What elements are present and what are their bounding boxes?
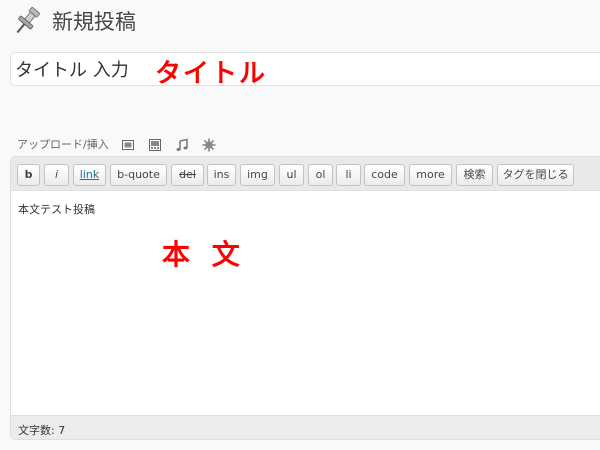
quicktags-toolbar: b i link b-quote del ins img ul ol li co… (11, 157, 600, 191)
content-textarea[interactable]: 本文テスト投稿 本 文 (11, 191, 600, 415)
body-annotation: 本 文 (162, 238, 246, 271)
body-text: 本文テスト投稿 (18, 203, 95, 216)
more-button[interactable]: more (409, 164, 452, 186)
link-button[interactable]: link (73, 164, 106, 186)
ol-button[interactable]: ol (308, 164, 333, 186)
word-count: 文字数: 7 (18, 424, 66, 437)
search-button[interactable]: 検索 (456, 164, 493, 186)
title-input[interactable] (15, 55, 595, 83)
li-button[interactable]: li (336, 164, 361, 186)
page-title: 新規投稿 (52, 10, 136, 34)
title-field-wrapper (10, 52, 600, 86)
pushpin-icon (10, 4, 44, 38)
media-buttons: アップロード/挿入 (17, 134, 229, 154)
editor-container: b i link b-quote del ins img ul ol li co… (10, 156, 600, 440)
status-bar: 文字数: 7 (11, 415, 600, 439)
italic-button[interactable]: i (44, 164, 69, 186)
blockquote-button[interactable]: b-quote (110, 164, 167, 186)
edit-post-page: 新規投稿 タイトル アップロード/挿入 (0, 0, 600, 450)
gallery-icon[interactable] (148, 137, 162, 151)
image-icon[interactable] (121, 137, 135, 151)
ul-button[interactable]: ul (279, 164, 304, 186)
img-button[interactable]: img (240, 164, 275, 186)
code-button[interactable]: code (364, 164, 405, 186)
close-tags-button[interactable]: タグを閉じる (497, 164, 574, 186)
media-icon[interactable] (202, 137, 216, 152)
del-button[interactable]: del (171, 164, 204, 186)
audio-icon[interactable] (175, 137, 189, 151)
bold-button[interactable]: b (17, 164, 40, 186)
ins-button[interactable]: ins (207, 164, 236, 186)
page-header: 新規投稿 (10, 4, 136, 38)
upload-insert-label: アップロード/挿入 (17, 138, 109, 151)
